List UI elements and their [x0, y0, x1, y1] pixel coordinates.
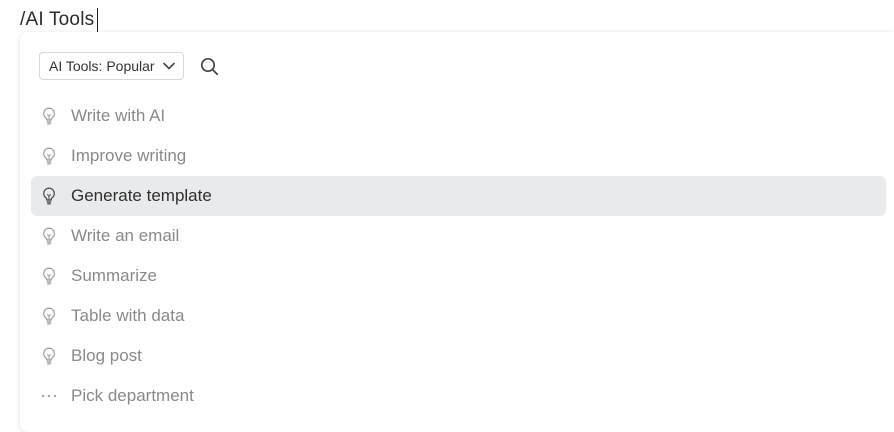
lightbulb-icon: [41, 107, 57, 125]
ai-tools-category-dropdown[interactable]: AI Tools: Popular: [39, 52, 184, 80]
ai-tools-list: Write with AI Improve writing Generate tem…: [31, 96, 886, 416]
ai-tools-menu: AI Tools: Popular Write with AI Improve w…: [20, 32, 894, 432]
menu-item-label: Summarize: [71, 266, 157, 285]
menu-item-label: Write an email: [71, 226, 180, 245]
editor-command-line[interactable]: /AI Tools: [20, 6, 99, 34]
menu-item-generate-template[interactable]: Generate template: [31, 176, 886, 216]
menu-item-label: Table with data: [71, 306, 185, 325]
command-text: /AI Tools: [20, 9, 95, 30]
menu-item-table-with-data[interactable]: Table with data: [31, 296, 886, 336]
menu-item-write-with-ai[interactable]: Write with AI: [31, 96, 886, 136]
lightbulb-icon: [41, 227, 57, 245]
lightbulb-icon: [41, 307, 57, 325]
menu-item-label: Blog post: [71, 346, 142, 365]
chevron-down-icon: [162, 62, 175, 70]
lightbulb-icon: [41, 147, 57, 165]
dropdown-label: AI Tools: Popular: [49, 58, 155, 74]
menu-item-improve-writing[interactable]: Improve writing: [31, 136, 886, 176]
more-horizontal-icon: [41, 387, 57, 405]
menu-item-pick-department[interactable]: Pick department: [31, 376, 886, 416]
menu-item-summarize[interactable]: Summarize: [31, 256, 886, 296]
menu-item-label: Generate template: [71, 186, 212, 205]
lightbulb-icon: [41, 187, 57, 205]
menu-item-label: Improve writing: [71, 146, 187, 165]
menu-item-write-an-email[interactable]: Write an email: [31, 216, 886, 256]
menu-item-label: Pick department: [71, 386, 194, 405]
search-icon[interactable]: [200, 56, 220, 76]
lightbulb-icon: [41, 347, 57, 365]
lightbulb-icon: [41, 267, 57, 285]
menu-item-label: Write with AI: [71, 106, 166, 125]
text-cursor: [97, 8, 99, 32]
menu-item-blog-post[interactable]: Blog post: [31, 336, 886, 376]
menu-toolbar: AI Tools: Popular: [39, 52, 220, 80]
